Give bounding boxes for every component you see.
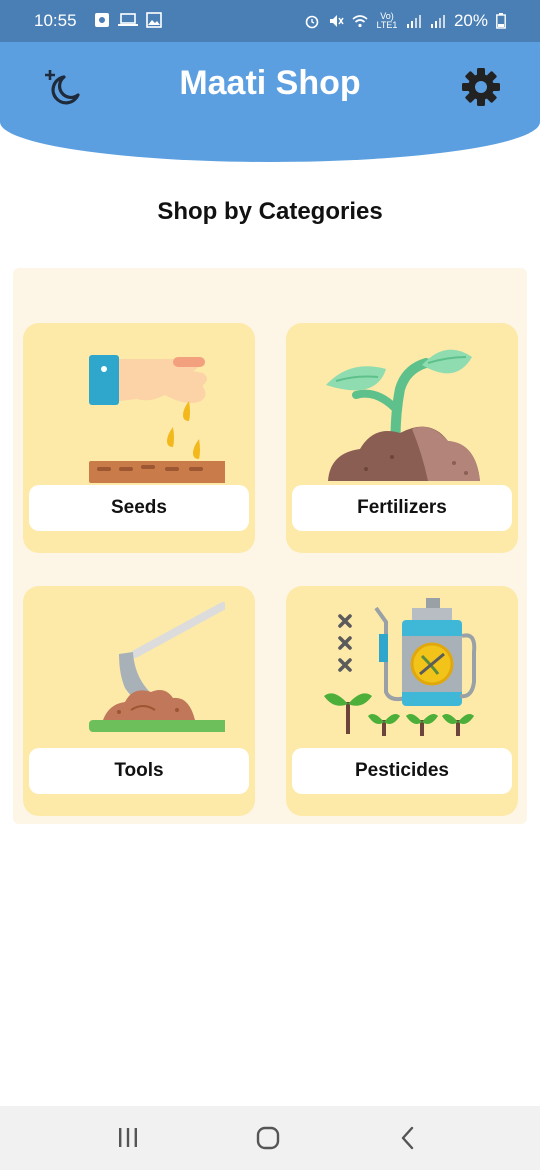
- theme-toggle-button[interactable]: [42, 68, 82, 108]
- category-label-pesticides: Pesticides: [292, 748, 512, 794]
- back-icon: [401, 1126, 414, 1150]
- sprayer-illustration: [324, 598, 477, 736]
- alarm-icon: [305, 15, 319, 29]
- wifi-icon: [352, 15, 368, 28]
- network-label: Vo) LTE1: [376, 11, 398, 30]
- system-navigation-bar: [0, 1106, 540, 1170]
- category-card-tools[interactable]: Tools: [23, 586, 255, 816]
- back-button[interactable]: [394, 1124, 422, 1152]
- hoe-illustration: [89, 602, 225, 732]
- signal-icon-2: [430, 15, 445, 28]
- recents-button[interactable]: [114, 1124, 142, 1152]
- category-card-fertilizers[interactable]: Fertilizers: [286, 323, 518, 553]
- home-button[interactable]: [254, 1124, 282, 1152]
- settings-button[interactable]: [460, 66, 502, 108]
- moon-icon: [45, 70, 80, 105]
- home-icon: [256, 1126, 280, 1150]
- section-title: Shop by Categories: [157, 198, 383, 225]
- laptop-icon: [118, 13, 138, 26]
- status-bar: 10:55 Vo) LTE1 20%: [0, 0, 540, 42]
- battery-icon: [496, 13, 506, 29]
- image-icon: [146, 12, 162, 28]
- category-label-fertilizers: Fertilizers: [292, 485, 512, 531]
- recents-icon: [119, 1128, 137, 1147]
- plant-illustration: [326, 349, 480, 481]
- gear-icon: [462, 68, 500, 106]
- battery-percent: 20%: [453, 11, 488, 30]
- category-card-seeds[interactable]: Seeds: [23, 323, 255, 553]
- seeds-illustration: [89, 355, 225, 483]
- status-system-icons: Vo) LTE1 20%: [304, 11, 506, 31]
- category-card-pesticides[interactable]: Pesticides: [286, 586, 518, 816]
- status-time: 10:55: [34, 11, 77, 30]
- category-label-tools: Tools: [29, 748, 249, 794]
- categories-panel: Seeds Fertilizers Tools Pesticides: [13, 268, 527, 824]
- category-label-seeds: Seeds: [29, 485, 249, 531]
- notification-app-icon: [95, 13, 109, 27]
- mute-icon: [329, 15, 344, 27]
- signal-icon: [406, 15, 421, 28]
- status-notification-icons: [94, 12, 162, 28]
